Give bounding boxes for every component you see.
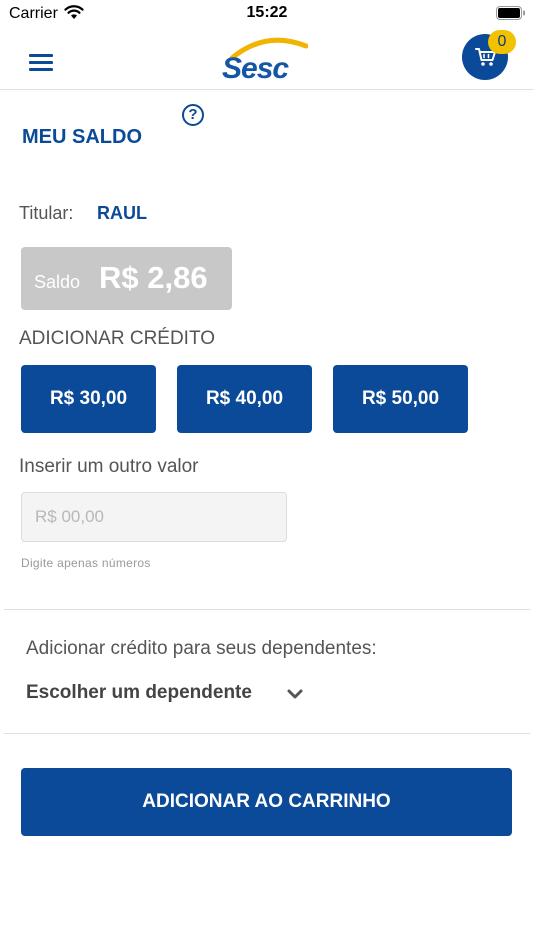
- logo-text: Sesc: [222, 52, 289, 85]
- input-hint: Digite apenas números: [21, 556, 151, 570]
- dependent-select[interactable]: Escolher um dependente: [26, 682, 303, 708]
- status-time: 15:22: [246, 4, 288, 21]
- other-value-label: Inserir um outro valor: [19, 456, 199, 477]
- sesc-logo: Sesc: [218, 36, 308, 86]
- dependents-label: Adicionar crédito para seus dependentes:: [26, 638, 377, 659]
- amount-40-button[interactable]: R$ 40,00: [177, 365, 312, 433]
- cart-count-badge: 0: [488, 30, 516, 54]
- page-title: MEU SALDO: [22, 126, 142, 148]
- other-value-input[interactable]: [21, 492, 287, 542]
- divider: [4, 609, 530, 610]
- holder-label: Titular:: [19, 203, 74, 223]
- balance-value: R$ 2,86: [99, 260, 208, 295]
- balance-label: Saldo: [34, 272, 81, 292]
- menu-button[interactable]: [26, 52, 56, 74]
- add-credit-title: ADICIONAR CRÉDITO: [19, 328, 216, 349]
- holder-name: RAUL: [97, 203, 147, 223]
- battery-icon: [496, 6, 525, 20]
- menu-icon-bar-top: [29, 54, 53, 57]
- dependent-select-label: Escolher um dependente: [26, 682, 252, 703]
- add-to-cart-button[interactable]: ADICIONAR AO CARRINHO: [21, 768, 512, 836]
- balance-box: Saldo R$ 2,86: [21, 247, 232, 310]
- divider: [4, 733, 530, 734]
- amount-50-button[interactable]: R$ 50,00: [333, 365, 468, 433]
- nav-bar: Sesc 0: [0, 28, 534, 90]
- status-bar: Carrier 15:22: [0, 0, 534, 28]
- help-icon[interactable]: ?: [182, 104, 204, 126]
- amount-30-button[interactable]: R$ 30,00: [21, 365, 156, 433]
- menu-icon-bar-middle: [29, 61, 53, 64]
- chevron-down-icon: [287, 689, 303, 699]
- menu-icon-bar-bottom: [29, 68, 53, 71]
